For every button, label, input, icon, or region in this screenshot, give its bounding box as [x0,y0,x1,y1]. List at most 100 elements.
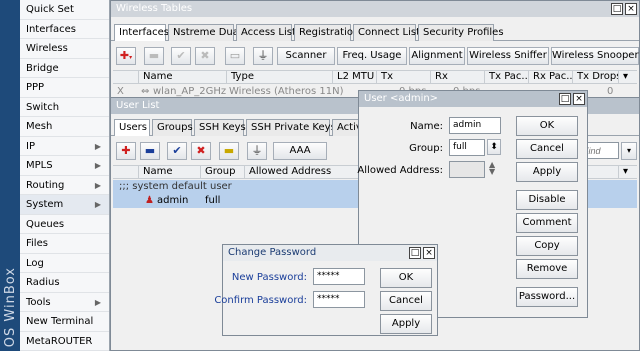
allowed-address-field[interactable] [449,161,485,178]
disable-button[interactable]: ✖ [195,47,215,65]
add-button[interactable]: ✚▾ [116,47,136,65]
window-title: Wireless Tables [116,3,193,14]
freq-usage-button[interactable]: Freq. Usage [337,47,407,65]
maximize-icon[interactable]: □ [611,3,623,15]
column-group[interactable]: Group [201,166,245,179]
wireless-titlebar: Wireless Tables □ × [111,1,639,17]
user-dialog-titlebar: User <admin> □ × [359,91,587,107]
comment-button[interactable]: ▬ [219,142,239,160]
submenu-arrow-icon: ▶ [94,180,101,190]
apply-button[interactable]: Apply [516,162,578,182]
tab-groups[interactable]: Groups [152,119,193,136]
alignment-button[interactable]: Alignment [409,47,465,65]
sidebar-item-tools[interactable]: Tools ▶ [20,293,109,312]
wireless-tables-window: Wireless Tables □ × Interfaces Nstreme D… [110,0,640,98]
comment-button[interactable]: ▭ [225,47,245,65]
close-icon[interactable]: × [423,247,435,259]
column-rx[interactable]: Rx [431,71,485,84]
ok-button[interactable]: OK [516,116,578,136]
sidebar-item-log[interactable]: Log [20,254,109,273]
sidebar-item-files[interactable]: Files [20,234,109,254]
cancel-button[interactable]: Cancel [380,291,432,311]
sidebar-item-quick-set[interactable]: Quick Set [20,0,109,20]
remove-button[interactable]: ▬ [140,142,160,160]
add-button[interactable]: ✚ [116,142,136,160]
remove-button[interactable]: Remove [516,259,578,279]
filter-icon[interactable]: ⏚ [247,142,267,160]
column-tx-drops[interactable]: Tx Drops [573,71,619,84]
sidebar-item-queues[interactable]: Queues [20,215,109,234]
submenu-arrow-icon: ▶ [94,200,101,209]
group-select[interactable]: full [449,139,485,156]
column-l2mtu[interactable]: L2 MTU [333,71,377,84]
column-tx[interactable]: Tx [377,71,431,84]
group-label: Group: [409,143,443,154]
scanner-button[interactable]: Scanner [277,47,335,65]
maximize-icon[interactable]: □ [559,93,571,105]
sidebar-item-bridge[interactable]: Bridge [20,59,109,78]
sidebar-item-routing[interactable]: Routing ▶ [20,176,109,195]
submenu-arrow-icon: ▶ [94,141,101,151]
tab-users[interactable]: Users [114,119,150,136]
ok-button[interactable]: OK [380,268,432,288]
aaa-button[interactable]: AAA [273,142,327,160]
tab-connect-list[interactable]: Connect List [353,24,420,41]
tab-ssh-keys[interactable]: SSH Keys [194,119,246,136]
find-dropdown-icon[interactable]: ▾ [621,142,637,160]
enable-button[interactable]: ✔ [167,142,187,160]
sidebar-item-ip[interactable]: IP ▶ [20,137,109,156]
close-icon[interactable]: × [625,3,637,15]
sidebar-item-system[interactable]: System ▶ [20,195,109,215]
password-button[interactable]: Password... [516,287,578,307]
sidebar-item-ppp[interactable]: PPP [20,78,109,98]
change-password-titlebar: Change Password □ × [223,245,437,261]
column-tx-packets[interactable]: Tx Pac... [485,71,529,84]
confirm-password-field[interactable]: ***** [313,291,365,308]
sidebar-item-switch[interactable]: Switch [20,98,109,117]
tab-access-list[interactable]: Access List [236,24,296,41]
window-title: User List [116,100,160,111]
sidebar-item-metarouter[interactable]: MetaROUTER [20,332,109,351]
enable-button[interactable]: ✔ [171,47,191,65]
comment-button[interactable]: Comment [516,213,578,233]
sidebar-item-new-terminal[interactable]: New Terminal [20,312,109,332]
tab-interfaces[interactable]: Interfaces [114,24,169,41]
filter-icon[interactable]: ⏚ [253,47,273,65]
group-dropdown-icon[interactable]: ⬍ [487,139,501,155]
tab-ssh-private-keys[interactable]: SSH Private Keys [246,119,336,136]
wireless-snooper-button[interactable]: Wireless Snooper [551,47,639,65]
cancel-button[interactable]: Cancel [516,139,578,159]
remove-button[interactable]: ▬ [144,47,164,65]
change-password-dialog: Change Password □ × New Password: ***** … [214,244,438,336]
copy-button[interactable]: Copy [516,236,578,256]
dialog-title: User <admin> [364,93,439,104]
sidebar-item-mesh[interactable]: Mesh [20,117,109,137]
sidebar-item-interfaces[interactable]: Interfaces [20,20,109,39]
column-type[interactable]: Type [227,71,333,84]
new-password-field[interactable]: ***** [313,268,365,285]
add-address-arrows-icon[interactable]: ▲ ▼ [489,161,495,176]
maximize-icon[interactable]: □ [409,247,421,259]
column-chooser-icon[interactable]: ▾ [619,71,639,84]
disable-button[interactable]: Disable [516,190,578,210]
confirm-password-label: Confirm Password: [214,295,307,306]
tab-security-profiles[interactable]: Security Profiles [418,24,504,41]
tab-registration[interactable]: Registration [294,24,359,41]
wireless-sniffer-button[interactable]: Wireless Sniffer [467,47,549,65]
column-name[interactable]: Name [139,166,201,179]
name-field[interactable]: admin [449,117,501,134]
column-flag [113,166,139,179]
sidebar: Quick Set Interfaces Wireless Bridge PPP… [20,0,110,351]
user-name: admin [157,195,189,206]
apply-button[interactable]: Apply [380,314,432,334]
column-chooser-icon[interactable]: ▾ [619,166,639,179]
column-rx-packets[interactable]: Rx Pac... [529,71,573,84]
tab-nstreme-dual[interactable]: Nstreme Dual [168,24,242,41]
disable-button[interactable]: ✖ [191,142,211,160]
sidebar-item-mpls[interactable]: MPLS ▶ [20,156,109,176]
column-name[interactable]: Name [139,71,227,84]
submenu-arrow-icon: ▶ [94,297,101,307]
sidebar-item-radius[interactable]: Radius [20,273,109,293]
sidebar-item-wireless[interactable]: Wireless [20,39,109,59]
close-icon[interactable]: × [573,93,585,105]
